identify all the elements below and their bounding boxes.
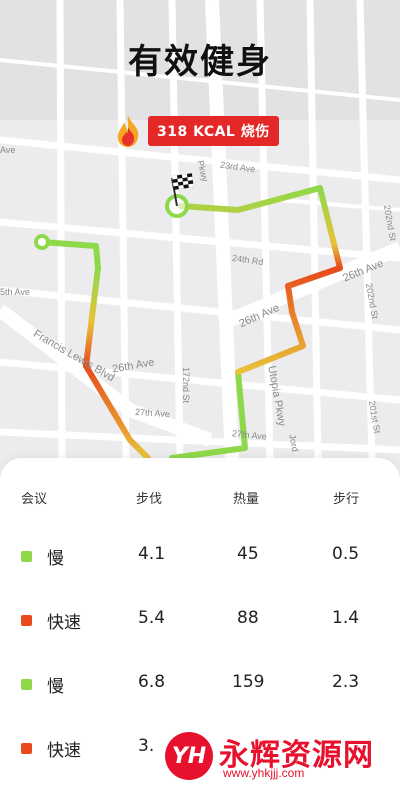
segment-name: 慢 — [47, 549, 64, 569]
segment-name: 快速 — [47, 613, 81, 633]
pace-value: 3. — [138, 736, 155, 756]
walk-value: 2.3 — [332, 672, 360, 692]
calories-value: 45 — [237, 544, 259, 564]
page-title: 有效健身 — [128, 42, 272, 82]
column-header: 会议 — [21, 492, 48, 507]
segment-name: 慢 — [47, 677, 64, 697]
street-label: Ave — [0, 145, 16, 155]
calorie-badge: 318 KCAL 烧伤 — [148, 116, 279, 146]
pace-value: 5.4 — [138, 608, 166, 628]
fast-indicator — [21, 615, 32, 626]
calorie-banner: 318 KCAL 烧伤 — [110, 113, 279, 149]
walk-value: 1.4 — [332, 608, 360, 628]
table-row[interactable]: 快速 5.4 88 1.4 — [0, 606, 400, 636]
table-row[interactable]: 慢 6.8 159 2.3 — [0, 670, 400, 700]
pace-value: 4.1 — [138, 544, 166, 564]
segment-name: 快速 — [47, 741, 81, 761]
fast-indicator — [21, 743, 32, 754]
calories-value: 88 — [237, 608, 259, 628]
calories-value: 159 — [232, 672, 265, 692]
slow-indicator — [21, 551, 32, 562]
table-header: 会议 步伐 热量 步行 — [0, 488, 400, 508]
flame-icon — [117, 115, 139, 147]
watermark-url: www.yhkjjj.com — [223, 766, 305, 780]
column-header: 步伐 — [136, 492, 163, 507]
column-header: 步行 — [333, 492, 360, 507]
walk-value: 0.5 — [332, 544, 360, 564]
pace-value: 6.8 — [138, 672, 166, 692]
street-label: 172nd St — [181, 366, 192, 404]
watermark-logo: YH — [165, 732, 213, 780]
slow-indicator — [21, 679, 32, 690]
table-row[interactable]: 慢 4.1 45 0.5 — [0, 542, 400, 572]
street-label: 5th Ave — [0, 287, 30, 297]
column-header: 热量 — [233, 492, 260, 507]
watermark: YH 永辉资源网 www.yhkjjj.com — [165, 728, 397, 784]
